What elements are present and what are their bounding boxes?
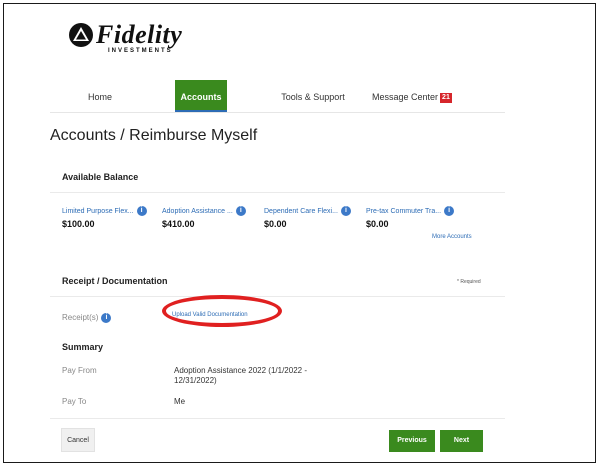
divider bbox=[50, 296, 505, 297]
pay-from-line: Adoption Assistance 2022 (1/1/2022 - bbox=[174, 366, 307, 375]
balance-account-name[interactable]: Dependent Care Flexi... bbox=[264, 208, 338, 215]
balance-amount: $0.00 bbox=[366, 219, 389, 229]
balance-amount: $0.00 bbox=[264, 219, 287, 229]
logo-subtitle: INVESTMENTS bbox=[108, 48, 173, 54]
divider bbox=[50, 418, 505, 419]
pay-from-value: Adoption Assistance 2022 (1/1/2022 - 12/… bbox=[174, 366, 307, 386]
cancel-button[interactable]: Cancel bbox=[61, 428, 95, 452]
nav-accounts[interactable]: Accounts bbox=[175, 80, 227, 112]
info-icon[interactable]: i bbox=[340, 206, 351, 216]
available-balance-heading: Available Balance bbox=[62, 172, 139, 182]
balance-account-name[interactable]: Limited Purpose Flex... bbox=[62, 208, 134, 215]
balance-account-name[interactable]: Adoption Assistance ... bbox=[162, 208, 233, 215]
info-icon[interactable]: i bbox=[101, 313, 112, 323]
balance-item-dependent-care: Dependent Care Flexi... i $0.00 bbox=[264, 206, 364, 229]
pay-to-label: Pay To bbox=[62, 397, 87, 406]
nav-tools-support[interactable]: Tools & Support bbox=[278, 80, 348, 112]
more-accounts-link[interactable]: More Accounts bbox=[432, 234, 472, 240]
balance-item-pretax-commuter: Pre-tax Commuter Tra... i $0.00 bbox=[366, 206, 466, 229]
pyramid-logo-icon bbox=[69, 23, 93, 47]
next-button[interactable]: Next bbox=[440, 430, 483, 452]
pay-from-label: Pay From bbox=[62, 366, 97, 375]
previous-button[interactable]: Previous bbox=[389, 430, 435, 452]
logo-wordmark: Fidelity bbox=[96, 20, 183, 49]
balance-item-adoption-assistance: Adoption Assistance ... i $410.00 bbox=[162, 206, 262, 229]
info-icon[interactable]: i bbox=[235, 206, 246, 216]
divider bbox=[50, 192, 505, 193]
main-nav: Home Accounts Tools & Support Message Ce… bbox=[50, 80, 505, 113]
required-note: * Required bbox=[457, 279, 481, 285]
highlight-circle-annotation bbox=[162, 295, 282, 327]
info-icon[interactable]: i bbox=[136, 206, 147, 216]
balance-account-name[interactable]: Pre-tax Commuter Tra... bbox=[366, 208, 441, 215]
info-icon[interactable]: i bbox=[444, 206, 455, 216]
nav-message-center[interactable]: Message Center 21 bbox=[372, 80, 458, 112]
page-title: Accounts / Reimburse Myself bbox=[50, 127, 258, 144]
balance-amount: $100.00 bbox=[62, 219, 95, 229]
balance-item-limited-purpose: Limited Purpose Flex... i $100.00 bbox=[62, 206, 162, 229]
nav-home[interactable]: Home bbox=[82, 80, 118, 112]
summary-heading: Summary bbox=[62, 342, 104, 352]
page-frame bbox=[3, 3, 596, 463]
message-count-badge: 21 bbox=[440, 92, 452, 103]
receipts-label-row: Receipt(s) i bbox=[62, 313, 112, 323]
fidelity-logo[interactable]: Fidelity INVESTMENTS bbox=[68, 20, 208, 56]
balance-amount: $410.00 bbox=[162, 219, 195, 229]
pay-from-line: 12/31/2022) bbox=[174, 376, 217, 385]
nav-message-center-label: Message Center bbox=[372, 92, 439, 102]
receipt-documentation-heading: Receipt / Documentation bbox=[62, 276, 168, 286]
receipts-label: Receipt(s) bbox=[62, 313, 99, 323]
pay-to-value: Me bbox=[174, 397, 186, 406]
